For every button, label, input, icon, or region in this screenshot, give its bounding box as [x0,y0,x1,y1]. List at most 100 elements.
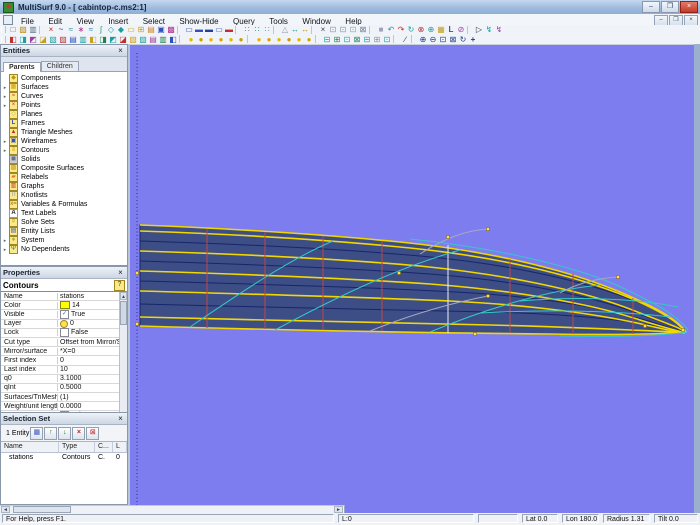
select-lasso-icon[interactable]: ↯ [484,25,494,34]
edit-curve-icon[interactable]: ≈ [86,25,96,34]
visible-labels-bulb-icon[interactable]: ● [284,35,294,44]
ccurve-entity-icon[interactable]: ▥ [78,35,88,44]
entities-item-text-labels[interactable]: A Text Labels [1,209,127,218]
edit-bead-icon[interactable]: ≈ [66,25,76,34]
snap-intersect-icon[interactable]: ∷ [262,25,272,34]
entities-item-system[interactable]: ▸ ∗ System [1,236,127,245]
visible-curves-bulb-icon[interactable]: ● [264,35,274,44]
mesh-view-icon[interactable]: ▭ [214,25,224,34]
select-box-icon[interactable]: ⊠ [358,25,368,34]
bcurve-entity-icon[interactable]: ▤ [68,35,78,44]
entities-item-solids[interactable]: ◼ Solids [1,155,127,164]
hide-entity-bulb-icon[interactable]: ● [196,35,206,44]
toolbar-grip[interactable] [1,26,6,33]
tab-children[interactable]: Children [40,61,79,71]
entities-close-icon[interactable]: × [116,46,125,55]
property-value[interactable]: *X=0 [58,348,119,355]
bead-entity-icon[interactable]: ◨ [18,35,28,44]
magnet-entity-icon[interactable]: ◩ [28,35,38,44]
visible-surfaces-bulb-icon[interactable]: ● [274,35,284,44]
edit-point-icon[interactable]: ~ [56,25,66,34]
duplicate-icon[interactable]: ⊡ [342,35,352,44]
zoom-out-icon[interactable]: ⊖ [428,35,438,44]
ungroup-icon[interactable]: ⊟ [362,35,372,44]
flatten-icon[interactable]: ⊞ [372,35,382,44]
property-value[interactable]: False [58,328,119,338]
hscrollbar-thumb[interactable] [13,506,71,513]
cloft-surface-icon[interactable]: ▨ [138,35,148,44]
entities-item-frames[interactable]: L Frames [1,119,127,128]
scroll-left-icon[interactable]: ◄ [1,506,10,513]
paste-icon[interactable]: ⊡ [348,25,358,34]
close-button[interactable]: × [680,1,698,13]
entities-item-variables-formulas[interactable]: x= Variables & Formulas [1,200,127,209]
edit-composite-icon[interactable]: ▩ [166,25,176,34]
entities-item-triangle-meshes[interactable]: ▲ Triangle Meshes [1,128,127,137]
column-type[interactable]: Type [59,442,95,452]
property-value[interactable]: 14 [58,301,119,310]
translation-surface-icon[interactable]: ◩ [108,35,118,44]
properties-close-icon[interactable]: × [116,268,125,277]
expand-arrow-icon[interactable]: ▸ [1,103,9,109]
viewport-canvas[interactable] [130,45,694,514]
document-icon[interactable] [3,14,13,25]
tab-parents[interactable]: Parents [3,62,41,72]
prop-row-first-index[interactable]: First index 0 [1,356,119,366]
group-icon[interactable]: ⊠ [352,35,362,44]
visible-wireframes-bulb-icon[interactable]: ● [304,35,314,44]
minimize-button[interactable]: – [642,1,660,13]
hybrid-view-icon[interactable]: ▬ [204,25,214,34]
scrollbar-thumb[interactable] [120,301,127,325]
copy-icon[interactable]: ⊡ [328,25,338,34]
property-value[interactable]: Offset from Mirror/Surf [58,339,119,346]
new-file-icon[interactable]: □ [8,25,18,34]
copy-surface-icon[interactable]: ⊟ [322,35,332,44]
entities-item-knotlists[interactable]: ∷ Knotlists [1,191,127,200]
prop-row-surfaces-trimeshes[interactable]: Surfaces/TriMeshe (1) [1,393,119,403]
shaded-view-icon[interactable]: ▬ [194,25,204,34]
selection-remove-button[interactable]: × [72,426,86,440]
line-entity-icon[interactable]: ▧ [48,35,58,44]
revolution-surface-icon[interactable]: ◪ [118,35,128,44]
visible-points-bulb-icon[interactable]: ● [254,35,264,44]
stop-icon[interactable]: ■ [376,25,386,34]
offset-icon[interactable]: ↔ [300,25,310,34]
paste-surface-icon[interactable]: ⊞ [332,35,342,44]
expand-icon[interactable]: ⊡ [382,35,392,44]
entities-item-wireframes[interactable]: ▸ ▣ Wireframes [1,137,127,146]
measure-icon[interactable]: △ [280,25,290,34]
edit-plane-icon[interactable]: ▭ [126,25,136,34]
property-value[interactable]: stations [58,293,119,300]
distance-icon[interactable]: ↔ [290,25,300,34]
edit-frame-icon[interactable]: ⊞ [136,25,146,34]
property-value[interactable]: 0 [58,319,119,328]
undo-icon[interactable]: ↶ [386,25,396,34]
edit-snake-icon[interactable]: ∫ [96,25,106,34]
prop-row-last-index[interactable]: Last index 10 [1,366,119,375]
fillet-surface-icon[interactable]: ◧ [168,35,178,44]
snap-point-icon[interactable]: ∷ [252,25,262,34]
expand-arrow-icon[interactable]: ▸ [1,148,9,154]
properties-scrollbar[interactable]: ▲ ▼ [119,292,127,430]
check-model-icon[interactable]: ⊗ [416,25,426,34]
visible-contours-bulb-icon[interactable]: ● [294,35,304,44]
edit-wireframe-icon[interactable]: ▣ [156,25,166,34]
point-entity-icon[interactable]: ◧ [8,35,18,44]
regen-icon[interactable]: ↻ [406,25,416,34]
edit-contours-icon[interactable]: ▤ [146,25,156,34]
snap-grid-icon[interactable]: ∷ [242,25,252,34]
cut-icon[interactable]: × [318,25,328,34]
prop-row-q0[interactable]: q0 3.1000 [1,375,119,384]
selection-clear-button[interactable]: ⊠ [86,426,100,440]
knife-icon[interactable]: ∕ [400,35,410,44]
prop-row-cut-type[interactable]: Cut type Offset from Mirror/Surf [1,338,119,348]
selection-move-down-button[interactable]: ↓ [58,426,72,440]
expand-arrow-icon[interactable]: ▸ [1,94,9,100]
viewport[interactable] [130,44,694,514]
property-value[interactable]: 0 [58,357,119,364]
sweep-surface-icon[interactable]: ▤ [148,35,158,44]
property-value[interactable]: 10 [58,366,119,373]
table-icon[interactable]: ▦ [436,25,446,34]
snake-entity-icon[interactable]: ◧ [88,35,98,44]
entities-item-contours[interactable]: ▸ ≡ Contours [1,146,127,155]
